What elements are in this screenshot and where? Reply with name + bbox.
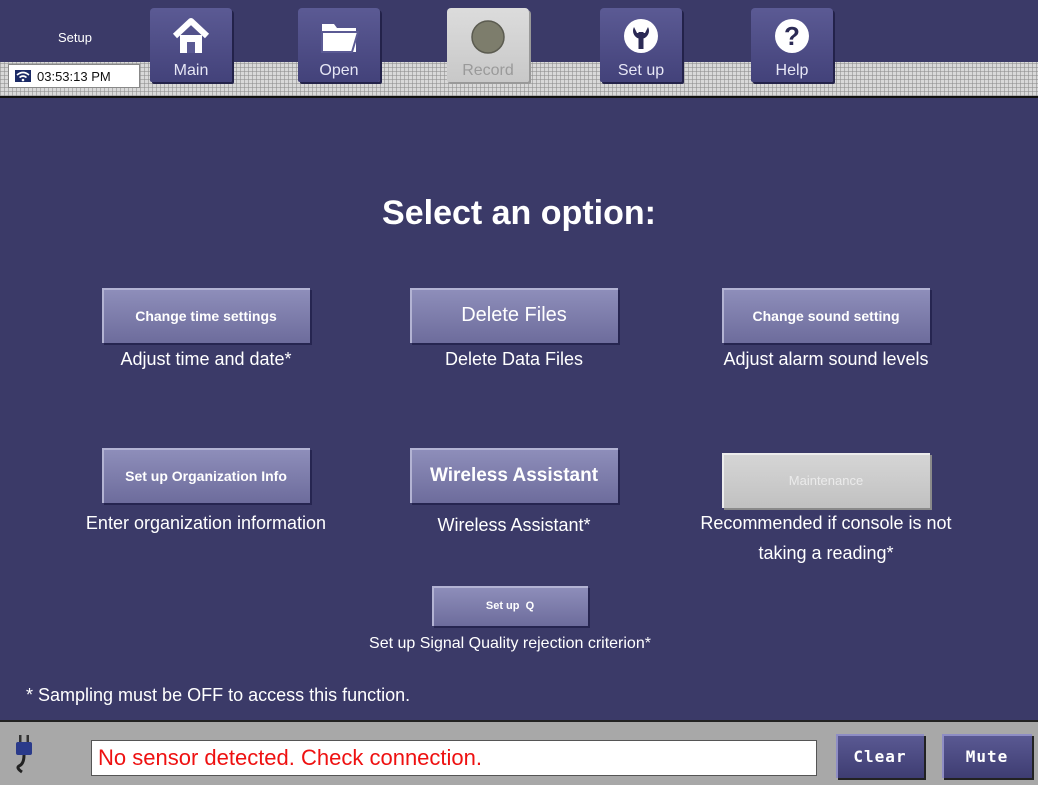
home-icon: [150, 16, 232, 56]
clear-button[interactable]: Clear: [836, 734, 924, 778]
wireless-assistant-button[interactable]: Wireless Assistant: [410, 448, 618, 503]
tab-record[interactable]: Record: [447, 8, 529, 82]
mute-button[interactable]: Mute: [942, 734, 1032, 778]
wifi-icon: [15, 70, 31, 82]
plug-icon: [16, 735, 32, 774]
tab-main[interactable]: Main: [150, 8, 232, 82]
delete-files-description: Delete Data Files: [444, 349, 584, 369]
change-sound-description: Adjust alarm sound levels: [723, 349, 929, 369]
signal-quality-description: Set up Signal Quality rejection criterio…: [369, 635, 651, 652]
tab-setup[interactable]: Set up: [600, 8, 682, 82]
organization-info-description: Enter organization information: [85, 513, 327, 533]
change-time-description: Adjust time and date*: [120, 349, 292, 369]
clock-display: 03:53:13 PM: [8, 64, 140, 88]
setup-panel: Select an option: Change time settings A…: [0, 98, 1038, 720]
delete-files-button[interactable]: Delete Files: [410, 288, 618, 343]
clock-time: 03:53:13 PM: [37, 68, 111, 84]
wrench-icon: [600, 16, 682, 56]
tab-record-label: Record: [462, 62, 514, 79]
tab-main-label: Main: [173, 62, 209, 79]
signal-quality-setup-button[interactable]: Set up Q: [432, 586, 588, 626]
svg-text:?: ?: [784, 21, 800, 51]
screen-title: Setup: [58, 30, 92, 45]
tab-help-label: Help: [775, 62, 809, 79]
help-icon: ?: [751, 16, 833, 56]
tab-open-label: Open: [319, 62, 359, 79]
maintenance-description: Recommended if console is not taking a r…: [662, 508, 990, 568]
organization-info-button[interactable]: Set up Organization Info: [102, 448, 310, 503]
status-message: No sensor detected. Check connection.: [91, 740, 817, 776]
maintenance-description-line1: Recommended if console is not: [700, 513, 952, 533]
wireless-assistant-description: Wireless Assistant*: [437, 515, 591, 535]
status-bar: No sensor detected. Check connection. Cl…: [0, 720, 1038, 785]
tab-help[interactable]: ? Help: [751, 8, 833, 82]
sampling-note: * Sampling must be OFF to access this fu…: [26, 685, 411, 705]
page-title: Select an option:: [382, 194, 656, 232]
folder-icon: [298, 16, 380, 56]
change-time-settings-button[interactable]: Change time settings: [102, 288, 310, 343]
tab-setup-label: Set up: [617, 62, 665, 79]
record-icon: [447, 16, 529, 56]
maintenance-description-line2: taking a reading*: [758, 543, 894, 563]
top-toolbar: Setup 03:53:13 PM Main Open Record Set u…: [0, 0, 1038, 98]
change-sound-setting-button[interactable]: Change sound setting: [722, 288, 930, 343]
maintenance-button[interactable]: Maintenance: [722, 453, 930, 508]
tab-open[interactable]: Open: [298, 8, 380, 82]
